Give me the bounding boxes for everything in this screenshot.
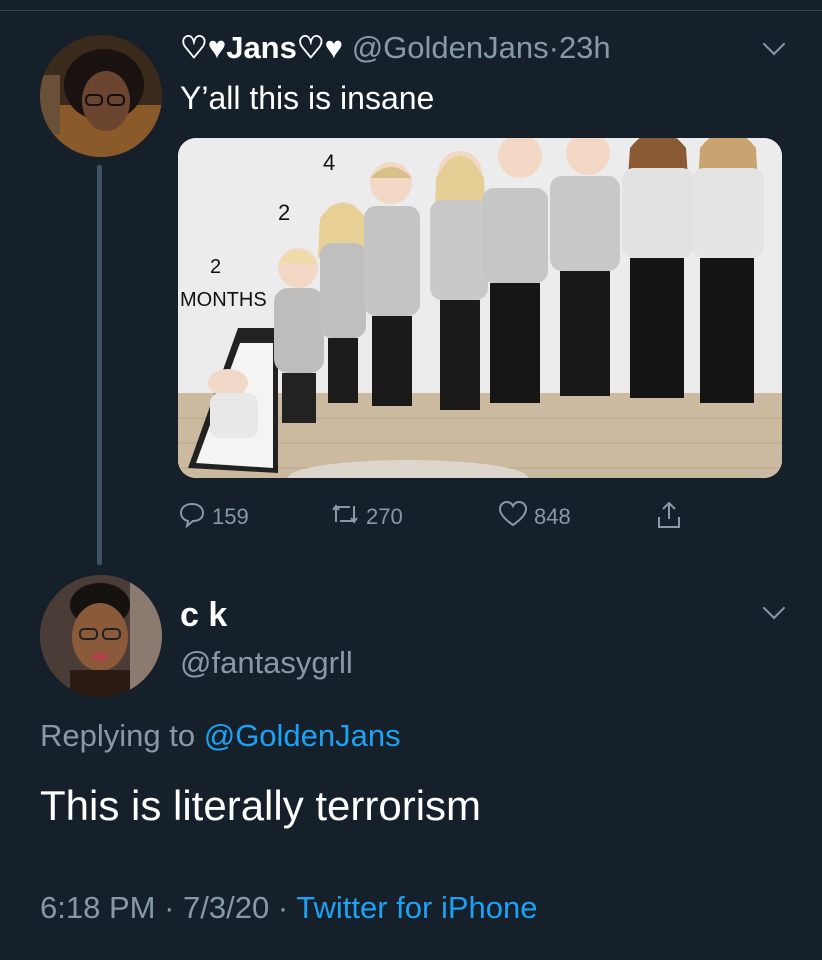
tweet-time[interactable]: 23h bbox=[559, 30, 611, 65]
tweet-photo[interactable]: 4 2 2 MONTHS bbox=[178, 138, 782, 478]
retweet-count: 270 bbox=[366, 504, 403, 529]
retweet-button[interactable]: 270 bbox=[330, 500, 403, 534]
replying-to-mention[interactable]: @GoldenJans bbox=[204, 718, 401, 753]
share-button[interactable] bbox=[654, 500, 690, 536]
reply-tweet-text: This is literally terrorism bbox=[40, 782, 482, 829]
replying-to-label: Replying to bbox=[40, 718, 196, 753]
time-separator: · bbox=[548, 30, 559, 65]
label-two-months-number: 2 bbox=[210, 256, 221, 278]
reply-user-handle[interactable]: @fantasygrll bbox=[180, 645, 353, 681]
like-button[interactable]: 848 bbox=[498, 500, 571, 534]
retweet-icon bbox=[330, 500, 366, 534]
thread-line bbox=[97, 165, 102, 565]
share-icon bbox=[654, 500, 690, 536]
tweet-header: ♡♥Jans♡♥ @GoldenJans·23h bbox=[180, 30, 611, 66]
label-two: 2 bbox=[278, 200, 290, 225]
reply-display-name[interactable]: c k bbox=[180, 596, 227, 635]
replying-to: Replying to @GoldenJans bbox=[40, 718, 401, 754]
label-two-months-word: MONTHS bbox=[180, 289, 267, 311]
chevron-down-icon[interactable] bbox=[762, 32, 786, 56]
top-divider bbox=[0, 0, 822, 11]
tweet-date[interactable]: 7/3/20 bbox=[183, 890, 269, 925]
like-icon bbox=[498, 500, 534, 534]
label-four: 4 bbox=[323, 150, 335, 175]
meta-separator-2: · bbox=[277, 890, 289, 925]
tweet-text: Y’all this is insane bbox=[180, 80, 435, 116]
chevron-down-icon[interactable] bbox=[762, 596, 786, 620]
user-handle[interactable]: @GoldenJans bbox=[352, 30, 549, 65]
tweet-source[interactable]: Twitter for iPhone bbox=[296, 890, 537, 925]
tweet-meta: 6:18 PM · 7/3/20 · Twitter for iPhone bbox=[40, 890, 537, 926]
meta-separator-1: · bbox=[164, 890, 175, 925]
tweet-actions: 159 270 848 bbox=[178, 500, 698, 536]
avatar-fantasygrll[interactable] bbox=[40, 575, 162, 697]
reply-button[interactable]: 159 bbox=[178, 500, 249, 534]
like-count: 848 bbox=[534, 504, 571, 529]
tweet-timestamp[interactable]: 6:18 PM bbox=[40, 890, 155, 925]
reply-count: 159 bbox=[212, 504, 249, 529]
display-name[interactable]: ♡♥Jans♡♥ bbox=[180, 30, 343, 65]
reply-icon bbox=[178, 500, 212, 534]
avatar-goldenjans[interactable] bbox=[40, 35, 162, 157]
